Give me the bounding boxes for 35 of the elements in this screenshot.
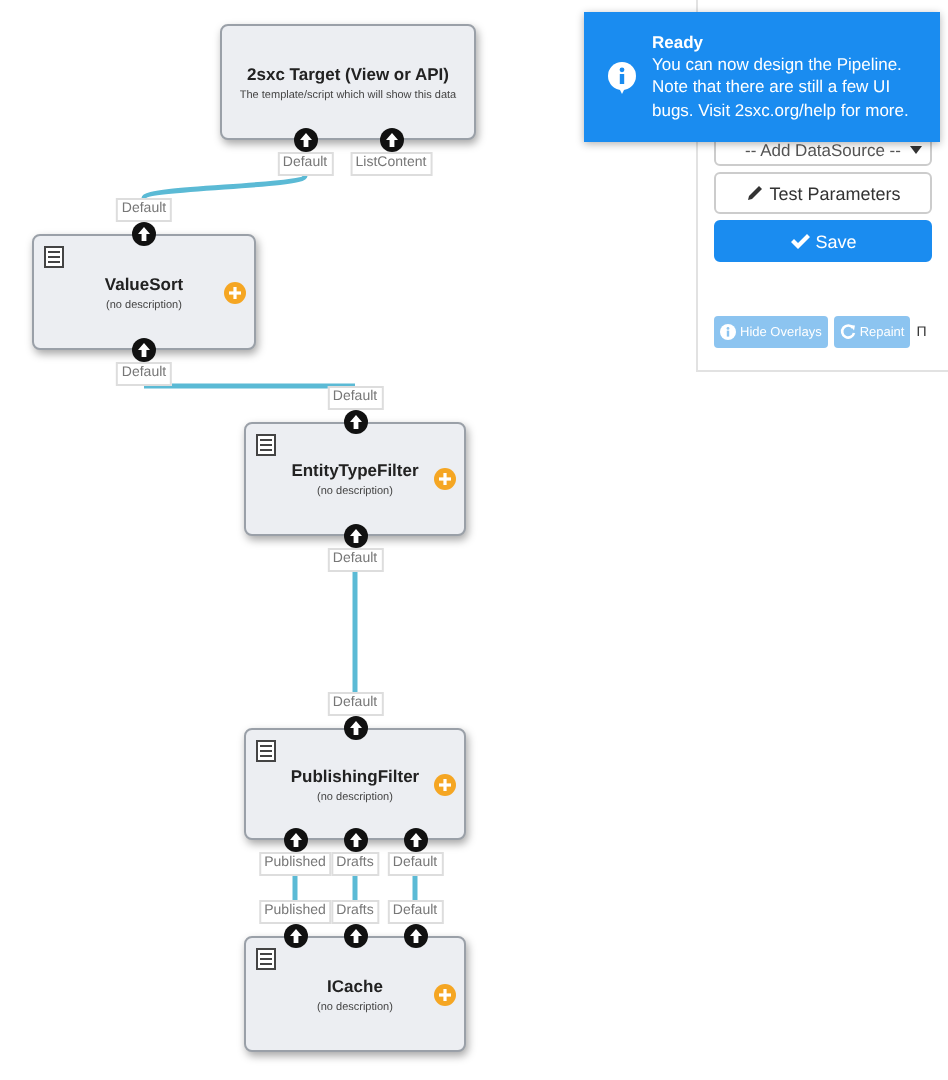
caret-icon: [910, 146, 922, 154]
endpoint-icon[interactable]: [343, 924, 367, 948]
check-icon: [789, 232, 810, 250]
info-icon: [720, 324, 736, 340]
connector-line: [412, 876, 418, 900]
list-icon: [256, 948, 276, 970]
toast-message: You can now design the Pipeline. Note that there are still a few UI bugs. Visit 2sxc.org/help for more.: [652, 53, 911, 123]
node-title: EntityTypeFilter: [291, 460, 419, 480]
endpoint-icon[interactable]: [403, 828, 427, 852]
endpoint-icon[interactable]: [343, 828, 367, 852]
list-icon: [256, 740, 276, 762]
connector-line: [352, 572, 358, 692]
endpoint-icon[interactable]: [132, 222, 156, 246]
refresh-icon: [839, 324, 856, 340]
list-icon: [256, 434, 276, 456]
endpoint-icon[interactable]: [379, 128, 403, 152]
node-title: ValueSort: [104, 273, 184, 293]
endpoint-icon[interactable]: [343, 524, 367, 548]
list-icon: [44, 246, 64, 268]
endpoint-icon[interactable]: [283, 828, 307, 852]
endpoint-icon[interactable]: [343, 716, 367, 740]
node-title: ICache: [327, 975, 383, 995]
info-icon: [608, 61, 636, 93]
node-title: PublishingFilter: [290, 765, 420, 785]
endpoint-icon[interactable]: [403, 924, 427, 948]
endpoint-icon[interactable]: [293, 128, 317, 152]
test-parameters-button[interactable]: Test Parameters: [714, 172, 932, 214]
endpoint-icon[interactable]: [343, 410, 367, 434]
endpoint-icon[interactable]: [132, 338, 156, 362]
connector-line: [292, 876, 298, 900]
node-title: 2sxc Target (View or API): [247, 63, 449, 83]
toast-title: Ready: [652, 31, 706, 52]
endpoint-icon[interactable]: [283, 924, 307, 948]
pencil-icon: [745, 184, 764, 202]
connector-line: [352, 876, 358, 900]
